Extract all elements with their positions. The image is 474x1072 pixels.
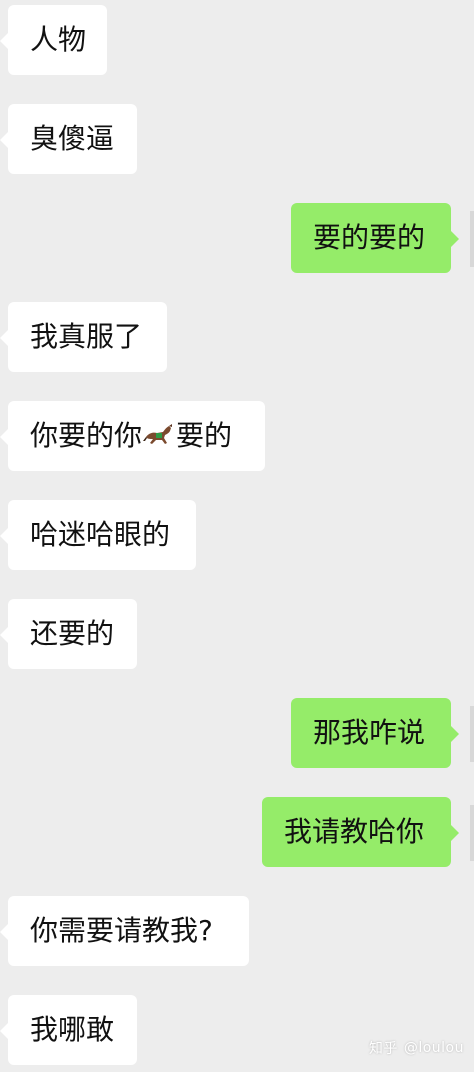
message-row-incoming: 人物 [0,5,474,75]
message-text: 你需要请教我? [30,914,213,947]
bubble-tail [0,132,8,148]
message-bubble-outgoing[interactable]: 要的要的 [291,203,459,273]
message-text: 我请教哈你 [284,815,425,848]
message-text: 臭傻逼 [30,122,115,155]
message-row-outgoing: 那我咋说 [0,698,474,768]
message-bubble-incoming[interactable]: 你要的你 要的 [0,401,265,471]
message-row-outgoing: 我请教哈你 [0,797,474,867]
watermark-brand: 知乎 [368,1041,398,1057]
bubble-tail [0,627,8,643]
bubble-tail [0,33,8,49]
message-bubble-incoming[interactable]: 臭傻逼 [0,104,137,174]
message-text: 我真服了 [30,320,143,353]
message-bubble-outgoing[interactable]: 那我咋说 [291,698,459,768]
message-row-incoming: 臭傻逼 [0,104,474,174]
horse-icon [143,424,173,444]
message-bubble-incoming[interactable]: 还要的 [0,599,137,669]
message-bubble-incoming[interactable]: 你需要请教我? [0,896,249,966]
message-bubble-incoming[interactable]: 我真服了 [0,302,167,372]
bubble-tail [0,330,8,346]
message-row-outgoing: 要的要的 [0,203,474,273]
message-row-incoming: 还要的 [0,599,474,669]
bubble-tail [0,429,8,445]
avatar[interactable] [470,211,474,267]
message-row-incoming: 我真服了 [0,302,474,372]
message-text-before-emoji: 你要的你 [30,419,143,452]
message-text: 哈迷哈眼的 [30,518,171,551]
chat-message-list[interactable]: 人物 臭傻逼 要的要的 我真服了 你要的你 要的 哈迷哈眼的 还要的 那我咋说 … [0,0,474,1072]
message-row-incoming: 你要的你 要的 [0,401,474,471]
bubble-tail [451,726,459,742]
bubble-tail [0,924,8,940]
bubble-tail [451,825,459,841]
message-text-after-emoji: 要的 [176,419,233,452]
message-text: 那我咋说 [313,716,426,749]
bubble-tail [0,528,8,544]
watermark: 知乎 @loulou [369,1038,464,1058]
avatar[interactable] [470,706,474,762]
avatar[interactable] [470,805,474,861]
message-bubble-outgoing[interactable]: 我请教哈你 [262,797,459,867]
message-text: 要的要的 [313,221,426,254]
message-row-incoming: 你需要请教我? [0,896,474,966]
message-row-incoming: 哈迷哈眼的 [0,500,474,570]
message-bubble-incoming[interactable]: 人物 [0,5,107,75]
bubble-tail [451,231,459,247]
watermark-handle: @loulou [403,1040,464,1056]
message-text: 我哪敢 [30,1013,115,1046]
bubble-tail [0,1023,8,1039]
message-bubble-incoming[interactable]: 我哪敢 [0,995,137,1065]
message-text: 人物 [30,23,87,56]
message-text: 还要的 [30,617,115,650]
message-bubble-incoming[interactable]: 哈迷哈眼的 [0,500,196,570]
